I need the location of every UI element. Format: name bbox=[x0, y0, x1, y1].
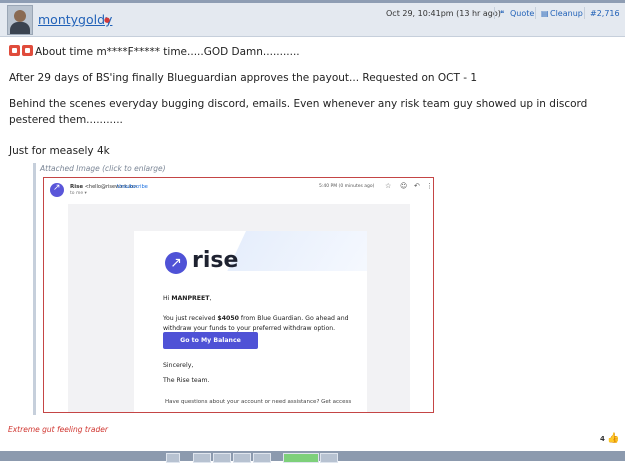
quote-button[interactable]: Quote bbox=[510, 9, 534, 18]
thumbs-up-icon[interactable]: 👍 bbox=[607, 433, 619, 444]
unsubscribe-link: Unsubscribe bbox=[117, 184, 148, 190]
email-team: The Rise team. bbox=[163, 377, 210, 384]
star-icon: ☆ bbox=[385, 182, 392, 190]
like-count: 4 bbox=[600, 435, 605, 443]
more-icon: ⋮ bbox=[426, 182, 433, 190]
post-timestamp: Oct 29, 10:41pm (13 hr ago) bbox=[386, 9, 501, 18]
pager-button[interactable] bbox=[213, 453, 231, 463]
cleanup-button[interactable]: Cleanup bbox=[550, 9, 583, 18]
rise-avatar bbox=[50, 183, 64, 197]
email-header: Rise <hello@risework.io> to me ▾ Unsubsc… bbox=[44, 178, 433, 202]
post-header: montygoldy ● Oct 29, 10:41pm (13 hr ago)… bbox=[0, 3, 625, 37]
pager-button[interactable] bbox=[233, 453, 251, 463]
rise-logo-icon: ↗ bbox=[165, 252, 187, 274]
post-line-2: After 29 days of BS'ing finally Blueguar… bbox=[9, 72, 478, 84]
email-footnote: Have questions about your account or nee… bbox=[165, 399, 352, 405]
pager-button[interactable] bbox=[253, 453, 271, 463]
email-sign-off: Sincerely, bbox=[163, 362, 194, 369]
emoji-icon: ☺ bbox=[400, 182, 408, 190]
status-dot-icon: ● bbox=[104, 16, 111, 24]
email-to: to me ▾ bbox=[70, 191, 87, 196]
rise-logo-text: rise bbox=[192, 248, 239, 273]
email-body-line-2: withdraw your funds to your preferred wi… bbox=[163, 325, 336, 332]
user-signature: Extreme gut feeling trader bbox=[8, 425, 108, 434]
post-line-1: About time m****F***** time.....GOD Damn… bbox=[9, 44, 300, 60]
avatar[interactable] bbox=[7, 5, 33, 35]
post-number-link[interactable]: #2,716 bbox=[590, 9, 620, 18]
post-line-3: Behind the scenes everyday bugging disco… bbox=[9, 98, 588, 126]
attached-image[interactable]: Rise <hello@risework.io> to me ▾ Unsubsc… bbox=[43, 177, 434, 413]
email-greeting: Hi MANPREET, bbox=[163, 295, 212, 302]
stop-sign-icon bbox=[9, 45, 20, 56]
cleanup-icon[interactable]: ▤ bbox=[541, 9, 549, 18]
post-line-4: Just for measely 4k bbox=[9, 145, 110, 157]
email-body-line-1: You just received $4050 from Blue Guardi… bbox=[163, 315, 349, 322]
pager-button[interactable] bbox=[166, 453, 180, 463]
reply-icon: ↶ bbox=[414, 182, 420, 190]
username-link[interactable]: montygoldy bbox=[38, 12, 112, 27]
stop-sign-icon bbox=[22, 45, 33, 56]
quote-icon[interactable]: ❝ bbox=[500, 9, 504, 18]
pager-current[interactable] bbox=[283, 453, 319, 463]
pager-button[interactable] bbox=[193, 453, 211, 463]
go-to-balance-button: Go to My Balance bbox=[163, 332, 258, 349]
attachment-label[interactable]: Attached Image (click to enlarge) bbox=[40, 164, 166, 173]
email-card: ↗ rise Hi MANPREET, You just received $4… bbox=[134, 231, 367, 412]
pager-button[interactable] bbox=[320, 453, 338, 463]
email-time: 5:40 PM (0 minutes ago) bbox=[319, 184, 375, 189]
